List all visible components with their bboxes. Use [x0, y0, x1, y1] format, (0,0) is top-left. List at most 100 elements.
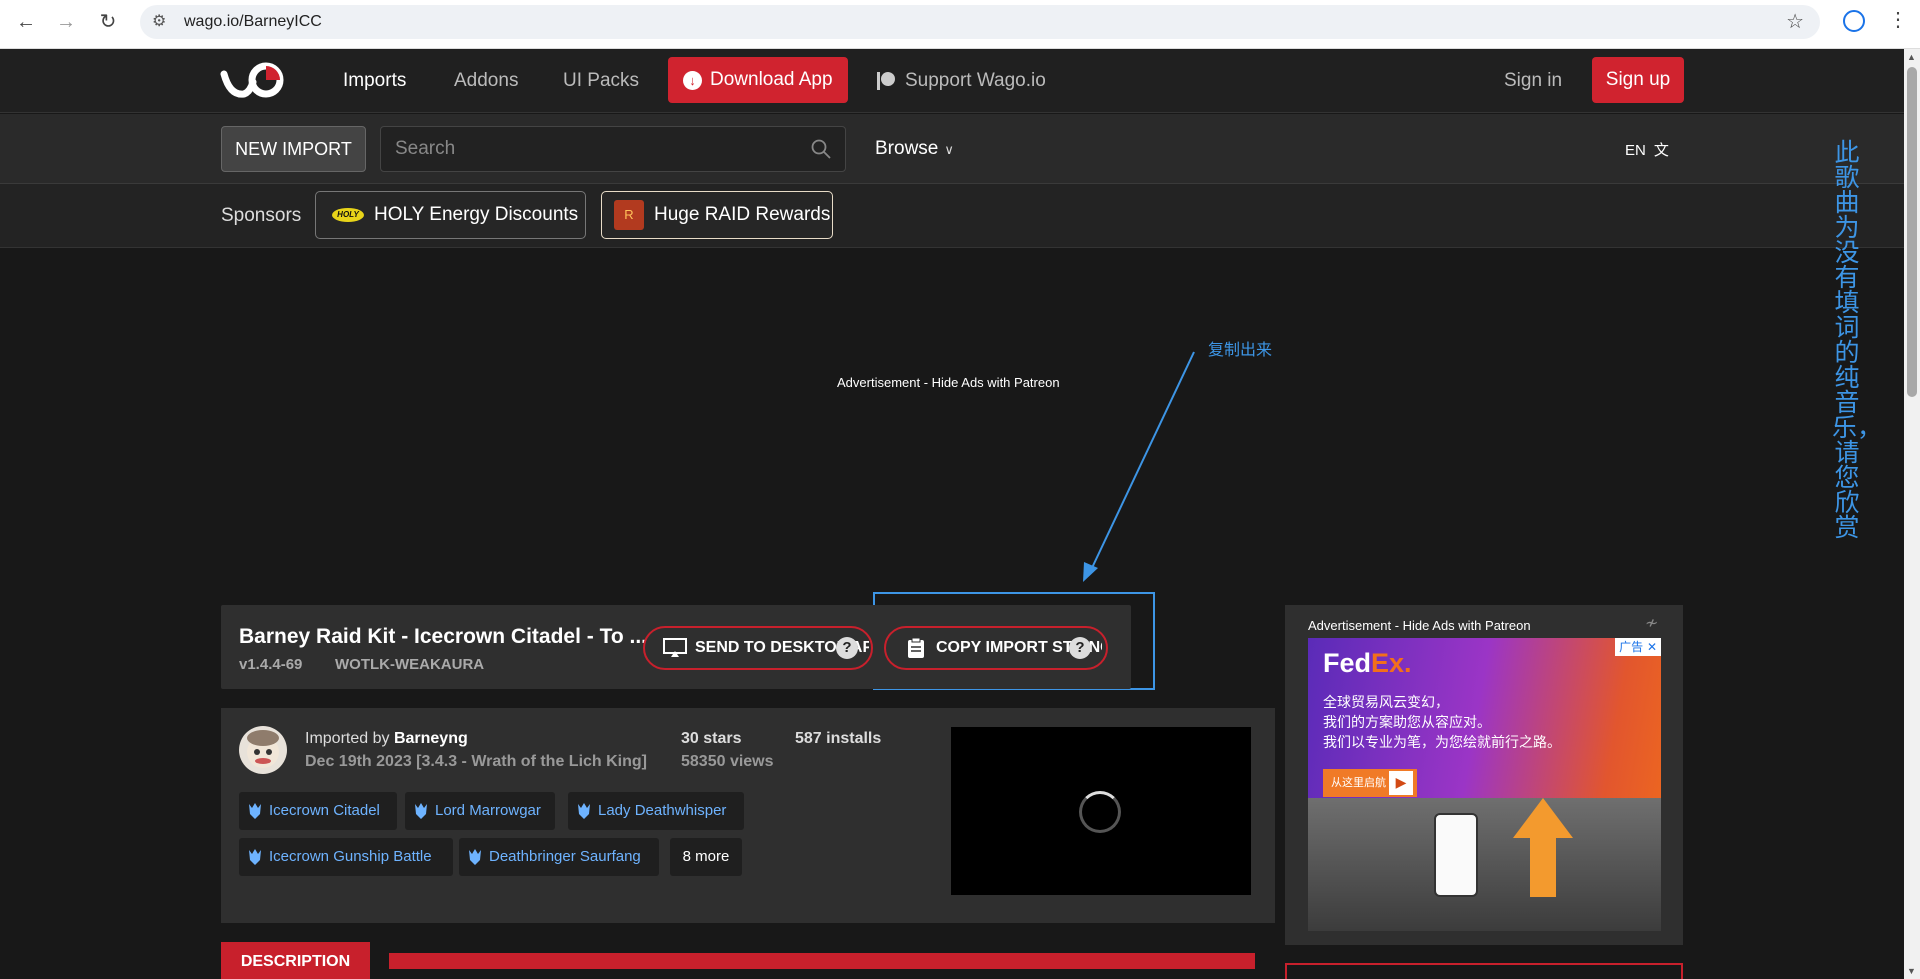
new-import-button[interactable]: NEW IMPORT	[221, 126, 366, 172]
author-link[interactable]: Barneyng	[394, 730, 468, 747]
address-bar[interactable]: ⚙ wago.io/BarneyICC ☆	[140, 5, 1820, 39]
imported-by-label: Imported by	[305, 730, 390, 747]
back-icon[interactable]: ←	[14, 10, 38, 34]
ad-arrow-image	[1513, 798, 1573, 838]
help-icon[interactable]: ?	[1069, 637, 1091, 659]
boss-icon	[249, 849, 261, 865]
raid-logo: R	[614, 200, 644, 230]
search-icon[interactable]	[811, 139, 831, 159]
ad-phone-image	[1434, 813, 1478, 897]
stars-count: 30 stars	[681, 730, 742, 747]
translate-icon: 文	[1653, 142, 1669, 159]
tag-label: Deathbringer Saurfang	[489, 848, 641, 865]
tag-lady-deathwhisper[interactable]: Lady Deathwhisper	[568, 792, 744, 830]
wago-logo[interactable]	[220, 60, 286, 100]
chevron-down-icon: ∨	[944, 142, 954, 157]
imported-by: Imported by Barneyng	[305, 730, 468, 748]
help-icon[interactable]: ?	[836, 637, 858, 659]
tag-label: Icecrown Gunship Battle	[269, 848, 432, 865]
holy-logo: HOLY	[332, 208, 364, 222]
nav-support-wago[interactable]: Support Wago.io	[905, 70, 1046, 92]
nav-imports[interactable]: Imports	[343, 70, 406, 92]
sponsor-label: HOLY Energy Discounts	[374, 204, 579, 225]
scroll-down-icon[interactable]: ▼	[1907, 966, 1916, 976]
scroll-up-icon[interactable]: ▲	[1907, 52, 1916, 62]
sign-up-button[interactable]: Sign up	[1592, 57, 1684, 103]
desktop-icon	[663, 638, 687, 657]
side-ad-label[interactable]: Advertisement - Hide Ads with Patreon	[1308, 618, 1531, 633]
tab-description[interactable]: DESCRIPTION	[221, 942, 370, 979]
site-header: Imports Addons UI Packs ↓ Download App S…	[0, 49, 1904, 113]
tag-lord-marrowgar[interactable]: Lord Marrowgar	[405, 792, 555, 830]
side-ad: Advertisement - Hide Ads with Patreon ≁ …	[1285, 605, 1683, 945]
download-icon: ↓	[683, 71, 702, 90]
tag-deathbringer-saurfang[interactable]: Deathbringer Saurfang	[459, 838, 659, 876]
boss-icon	[249, 803, 261, 819]
download-app-label: Download App	[710, 69, 833, 90]
tag-label: Icecrown Citadel	[269, 802, 380, 819]
import-version: v1.4.4-69	[239, 656, 303, 673]
annotation-vertical-text: 此歌曲为没有填词的纯音乐，请您欣赏	[1832, 138, 1883, 542]
import-title: Barney Raid Kit - Icecrown Citadel - To …	[239, 625, 648, 648]
browse-label: Browse	[875, 138, 939, 159]
ad-road-image	[1308, 798, 1661, 931]
import-title-card: Barney Raid Kit - Icecrown Citadel - To …	[221, 605, 1131, 689]
ad-cta-label: 从这里启航	[1331, 776, 1386, 789]
ad-cta-button[interactable]: 从这里启航 ▶	[1323, 769, 1417, 797]
import-type: WOTLK-WEAKAURA	[335, 656, 485, 673]
url-text[interactable]: wago.io/BarneyICC	[184, 13, 322, 31]
site-info-icon[interactable]: ⚙	[152, 11, 166, 31]
ad-line: 全球贸易风云变幻，	[1323, 695, 1449, 711]
nav-ui-packs[interactable]: UI Packs	[563, 70, 639, 92]
nav-addons[interactable]: Addons	[454, 70, 518, 92]
ad-arrow-stem	[1530, 837, 1556, 897]
reload-icon[interactable]: ↻	[96, 10, 120, 34]
tag-label: Lady Deathwhisper	[598, 802, 727, 819]
fedex-ad-banner[interactable]: FedEx. 全球贸易风云变幻， 我们的方案助您从容应对。 我们以专业为笔，为您…	[1308, 638, 1661, 931]
description-bar	[389, 953, 1255, 969]
more-tags-button[interactable]: 8 more	[670, 838, 742, 876]
bottom-ad-frame	[1285, 963, 1683, 979]
views-count: 58350 views	[681, 753, 774, 770]
sponsors-label: Sponsors	[221, 205, 302, 226]
boss-icon	[578, 803, 590, 819]
fedex-logo: FedEx.	[1323, 648, 1412, 678]
page-scrollbar[interactable]: ▲ ▼	[1904, 49, 1920, 979]
ad-network-icon[interactable]: ≁	[1645, 613, 1658, 633]
browse-dropdown[interactable]: Browse ∨	[875, 138, 954, 160]
avatar[interactable]	[239, 726, 287, 774]
patreon-icon	[877, 72, 895, 90]
import-date: Dec 19th 2023 [3.4.3 - Wrath of the Lich…	[305, 753, 647, 770]
language-label: EN	[1625, 142, 1646, 159]
ad-line: 我们以专业为笔，为您绘就前行之路。	[1323, 735, 1561, 751]
clipboard-icon	[908, 638, 924, 658]
profile-icon[interactable]	[1843, 10, 1865, 32]
top-ad-label[interactable]: Advertisement - Hide Ads with Patreon	[837, 375, 1060, 390]
close-icon: ✕	[1646, 640, 1657, 654]
boss-icon	[415, 803, 427, 819]
search-box[interactable]	[380, 126, 846, 172]
bookmark-star-icon[interactable]: ☆	[1786, 9, 1804, 34]
ad-choice-badge[interactable]: 广告 ✕	[1615, 638, 1661, 656]
browser-menu-icon[interactable]: ⋮	[1888, 6, 1908, 34]
language-selector[interactable]: EN 文	[1625, 139, 1669, 160]
sponsors-bar: Sponsors HOLY HOLY Energy Discounts R Hu…	[0, 184, 1904, 248]
tag-icecrown-citadel[interactable]: Icecrown Citadel	[239, 792, 397, 830]
tag-label: Lord Marrowgar	[435, 802, 541, 819]
video-player[interactable]	[951, 727, 1251, 895]
loading-spinner-icon	[1079, 791, 1121, 833]
tag-icecrown-gunship-battle[interactable]: Icecrown Gunship Battle	[239, 838, 453, 876]
import-info-card: Imported by Barneyng Dec 19th 2023 [3.4.…	[221, 708, 1275, 923]
sponsor-raid[interactable]: R Huge RAID Rewards	[601, 191, 833, 239]
scrollbar-thumb[interactable]	[1907, 67, 1917, 397]
forward-icon[interactable]: →	[54, 10, 78, 34]
search-input[interactable]	[381, 127, 801, 171]
sponsor-label: Huge RAID Rewards	[654, 204, 831, 225]
ad-line: 我们的方案助您从容应对。	[1323, 715, 1491, 731]
sponsor-holy-energy[interactable]: HOLY HOLY Energy Discounts	[315, 191, 586, 239]
download-app-button[interactable]: ↓ Download App	[668, 57, 848, 103]
sign-in-link[interactable]: Sign in	[1504, 70, 1562, 92]
boss-icon	[469, 849, 481, 865]
search-bar-row: NEW IMPORT Browse ∨ EN 文	[0, 114, 1904, 184]
annotation-note: 复制出来	[1208, 342, 1273, 359]
